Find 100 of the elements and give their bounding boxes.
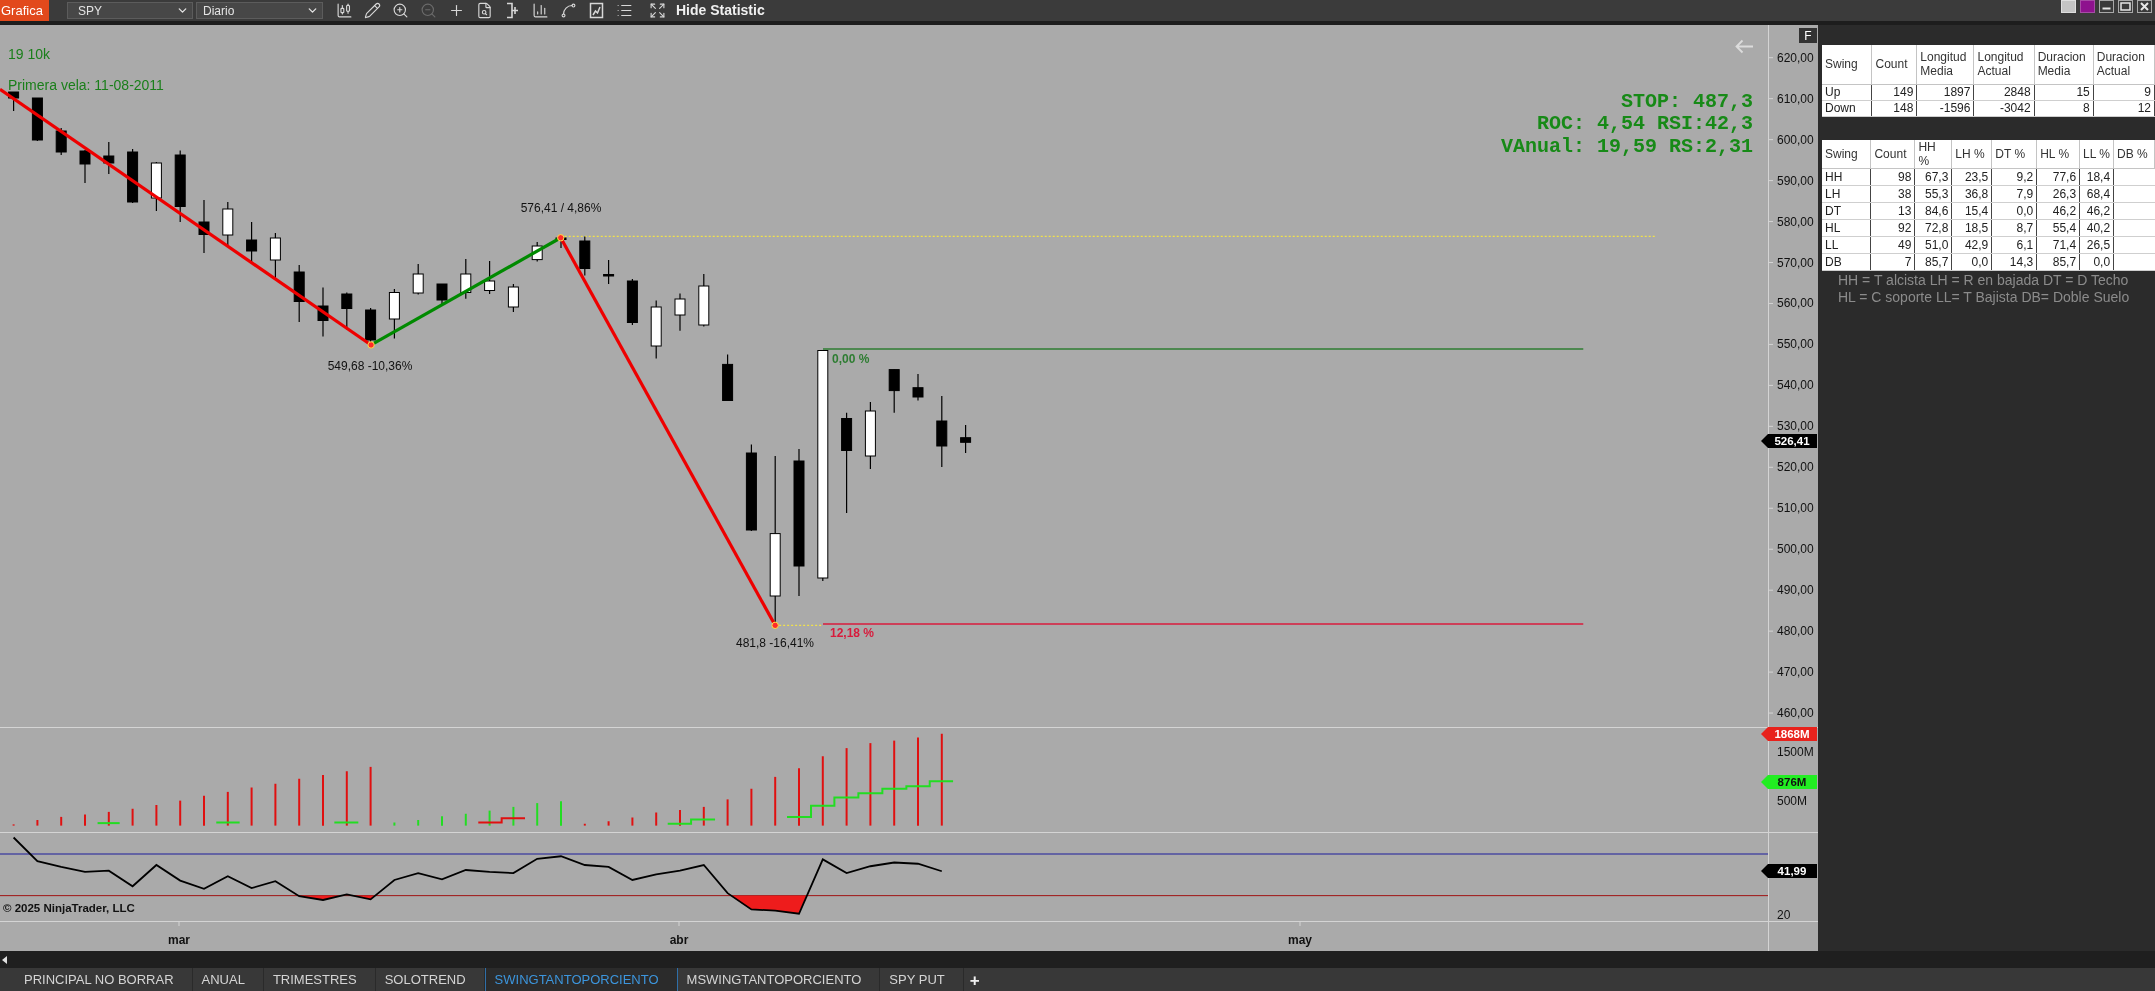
price-axis-label: 510,00 [1777, 501, 1814, 516]
minimize-icon[interactable] [2099, 0, 2114, 13]
add-tab-button[interactable]: + [963, 968, 986, 991]
table-cell: 2848 [1973, 84, 2035, 100]
candle [55, 127, 67, 156]
date-label: abr [669, 933, 689, 947]
table-cell: DT [1822, 202, 1871, 219]
legend-text: HH = T alcista LH = R en bajada DT = D Techo [1838, 271, 2130, 289]
column-header: Swing [1822, 45, 1872, 84]
pencil-icon[interactable] [363, 2, 381, 19]
table-cell: 92 [1870, 219, 1915, 236]
table-cell: 12 [2093, 100, 2155, 116]
price-axis-label: 600,00 [1777, 132, 1814, 147]
volume-bar [155, 804, 158, 827]
panel-button[interactable]: F [1799, 28, 1817, 43]
volume-bar [702, 805, 705, 827]
table-cell: -1596 [1916, 100, 1974, 116]
chart-button[interactable]: Grafica [0, 0, 49, 21]
file-search-icon[interactable] [475, 2, 493, 19]
table-cell: 26,3 [2036, 185, 2080, 202]
volume-average-line [215, 821, 241, 824]
volume-bar [583, 822, 586, 827]
price-axis-label: 570,00 [1777, 255, 1814, 270]
price-axis-label: 500,00 [1777, 542, 1814, 557]
close-icon[interactable] [2137, 0, 2152, 13]
column-header: Longitud Media [1916, 45, 1974, 84]
table-cell: 85,7 [2036, 253, 2080, 270]
volume-bar [512, 805, 515, 827]
level-label: 0,00 % [832, 352, 870, 366]
price-axis-label: 620,00 [1777, 50, 1814, 65]
line-chart-icon[interactable] [559, 2, 577, 19]
price-axis-label: 490,00 [1777, 583, 1814, 598]
table-cell: 7 [1870, 253, 1915, 270]
table-cell: 26,5 [2079, 236, 2114, 253]
tab[interactable]: SWINGTANTOPORCIENTO [484, 968, 678, 991]
column-header: Duracion Actual [2093, 45, 2155, 84]
volume-bar [226, 790, 229, 827]
price-axis-label: 550,00 [1777, 337, 1814, 352]
table-cell: 8,7 [1991, 219, 2037, 236]
horizontal-scrollbar[interactable] [0, 951, 2155, 968]
tab[interactable]: MSWINGTANTOPORCIENTO [677, 968, 881, 991]
volume-bar [488, 809, 491, 827]
tab[interactable]: TRIMESTRES [263, 968, 376, 991]
expand-icon[interactable] [648, 2, 666, 19]
zoom-in-icon[interactable] [391, 2, 409, 19]
volume-bar [821, 755, 824, 827]
date-label: may [1288, 933, 1312, 947]
swing-label: 549,68 -10,36% [327, 359, 413, 373]
maximize-icon[interactable] [2118, 0, 2133, 13]
tab[interactable]: ANUAL [192, 968, 264, 991]
volume-axis-label: 500M [1777, 794, 1808, 808]
tab[interactable]: PRINCIPAL NO BORRAR [15, 968, 193, 991]
volume-bar [726, 798, 729, 827]
volume-bar [393, 821, 396, 827]
candle [698, 273, 710, 328]
candle [388, 288, 400, 340]
candle [8, 91, 20, 112]
swing-label: 481,8 -16,41% [735, 636, 815, 650]
tab[interactable]: SOLOTREND [375, 968, 485, 991]
table-cell: Up [1822, 84, 1872, 100]
column-header: Duracion Media [2034, 45, 2094, 84]
candle [103, 141, 115, 175]
volume-tag: 1868M [1761, 727, 1817, 741]
volume-average-line [333, 821, 360, 824]
price-tag: 526,41 [1761, 434, 1817, 449]
bar-chart-icon[interactable] [531, 2, 549, 19]
candle [650, 299, 662, 360]
volume-bar [774, 775, 777, 827]
table-cell: 15 [2034, 84, 2094, 100]
table-cell: 18,4 [2079, 168, 2114, 185]
table-cell: 49 [1870, 236, 1915, 253]
hide-statistic-button[interactable]: Hide Statistic [676, 0, 765, 21]
list-icon[interactable] [615, 2, 633, 19]
info-text: 19 10k [8, 46, 51, 62]
candlestick-icon[interactable] [335, 2, 353, 19]
period-dropdown[interactable]: Diario [196, 2, 323, 19]
table-cell: 71,4 [2036, 236, 2080, 253]
caret-left-icon[interactable] [2, 955, 7, 964]
volume-bar [250, 786, 253, 827]
instrument-dropdown[interactable]: SPY [67, 2, 193, 19]
volume-bar [107, 810, 110, 827]
volume-bar [298, 777, 301, 827]
candle [912, 373, 924, 402]
column-header: HL % [2036, 139, 2080, 168]
volume-bar [345, 770, 348, 827]
column-header: LL % [2079, 139, 2114, 168]
candle [960, 424, 972, 454]
candle [317, 286, 329, 338]
table-cell: 6,1 [1991, 236, 2037, 253]
candle [269, 232, 281, 279]
table-cell: -3042 [1973, 100, 2035, 116]
candle [888, 369, 900, 414]
table-cell: 55,4 [2036, 219, 2080, 236]
price-axis-label: 480,00 [1777, 624, 1814, 639]
candle [626, 278, 638, 326]
dot-marker-icon [367, 341, 375, 349]
tab[interactable]: SPY PUT [880, 968, 964, 991]
document-chart-icon[interactable] [587, 2, 605, 19]
color-swatch-icon[interactable] [2080, 0, 2095, 13]
stat-text: ROC: 4,54 RSI:42,3 [1536, 111, 1753, 135]
